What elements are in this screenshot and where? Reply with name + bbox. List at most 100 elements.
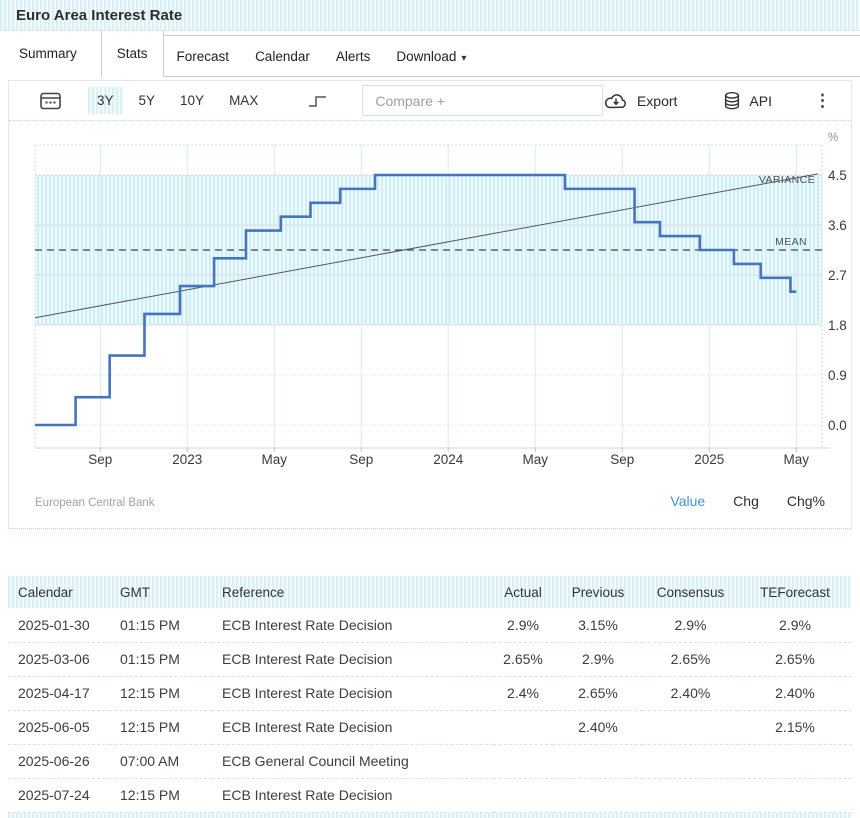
svg-text:2.7: 2.7 bbox=[828, 268, 847, 283]
cell-reference: ECB Interest Rate Decision bbox=[212, 608, 493, 643]
range-5y-button[interactable]: 5Y bbox=[130, 87, 165, 114]
cell-teforecast: 2.65% bbox=[738, 642, 852, 677]
cell-previous: 2.9% bbox=[553, 642, 643, 677]
column-header-actual[interactable]: Actual bbox=[493, 576, 553, 608]
export-label: Export bbox=[636, 92, 678, 109]
step-chart-icon bbox=[309, 95, 327, 107]
table-row[interactable]: 2025-04-17 12:15 PM ECB Interest Rate Deci… bbox=[8, 676, 852, 711]
svg-text:Sep: Sep bbox=[610, 452, 634, 467]
tab-stats[interactable]: Stats bbox=[100, 31, 164, 77]
chart-area: VARIANCE MEAN% 0.0 0.9 1.8 2.7 3.6 4.5 Sep 2023 Ma… bbox=[9, 121, 851, 481]
calendar-table-section: Calendar GMT Reference Actual Previous Consen… bbox=[8, 576, 852, 818]
table-row[interactable]: 2025-03-06 01:15 PM ECB Interest Rate Deci… bbox=[8, 642, 852, 677]
range-3y-button[interactable]: 3Y bbox=[88, 87, 123, 114]
tab-summary[interactable]: Summary bbox=[0, 31, 101, 77]
column-header-reference[interactable]: Reference bbox=[212, 576, 493, 608]
svg-text:0.9: 0.9 bbox=[828, 368, 847, 383]
cell-calendar: 2025-06-26 bbox=[8, 744, 110, 779]
svg-text:1.8: 1.8 bbox=[828, 318, 847, 333]
cell-reference: ECB Interest Rate Decision bbox=[212, 642, 493, 677]
svg-text:May: May bbox=[522, 452, 548, 467]
cell-actual: 2.9% bbox=[493, 608, 553, 643]
svg-text:2023: 2023 bbox=[172, 452, 202, 467]
cloud-download-icon bbox=[604, 93, 626, 108]
cell-consensus bbox=[643, 778, 738, 813]
range-buttons: 3Y 5Y 10Y MAX bbox=[88, 87, 274, 114]
cell-calendar: 2025-04-17 bbox=[8, 676, 110, 711]
page-title: Euro Area Interest Rate bbox=[16, 7, 183, 24]
compare-input[interactable] bbox=[362, 85, 603, 116]
kebab-menu-icon[interactable]: ⋮ bbox=[814, 92, 831, 109]
value-link[interactable]: Value bbox=[670, 493, 705, 509]
table-row[interactable]: 2025-01-30 01:15 PM ECB Interest Rate Deci… bbox=[8, 608, 852, 643]
cell-actual bbox=[493, 744, 553, 779]
svg-text:Sep: Sep bbox=[349, 452, 373, 467]
cell-calendar: 2025-06-05 bbox=[8, 710, 110, 745]
tab-group: Forecast Calendar Alerts Download ▾ bbox=[163, 35, 860, 77]
table-row[interactable]: 2025-06-05 12:15 PM ECB Interest Rate Deci… bbox=[8, 710, 852, 745]
cell-previous: 2.40% bbox=[553, 710, 643, 745]
svg-text:Sep: Sep bbox=[88, 452, 112, 467]
chart-card: 3Y 5Y 10Y MAX Export bbox=[8, 80, 852, 529]
svg-text:4.5: 4.5 bbox=[828, 168, 847, 183]
tab-bar: Summary Stats Forecast Calendar Alerts D… bbox=[0, 31, 860, 77]
column-header-calendar[interactable]: Calendar bbox=[8, 576, 110, 608]
table-row[interactable]: 2025-07-24 12:15 PM ECB Interest Rate Deci… bbox=[8, 778, 852, 813]
cell-teforecast bbox=[738, 778, 852, 813]
cell-reference: ECB General Council Meeting bbox=[212, 744, 493, 779]
range-max-button[interactable]: MAX bbox=[220, 87, 267, 114]
tab-alerts[interactable]: Alerts bbox=[323, 36, 384, 76]
cell-previous: 2.65% bbox=[553, 676, 643, 711]
cell-teforecast: 2.40% bbox=[738, 676, 852, 711]
column-header-previous[interactable]: Previous bbox=[553, 576, 643, 608]
cell-gmt: 01:15 PM bbox=[110, 608, 212, 643]
tab-download[interactable]: Download ▾ bbox=[383, 36, 479, 76]
cell-actual bbox=[493, 778, 553, 813]
api-label: API bbox=[749, 92, 772, 109]
column-header-teforecast[interactable]: TEForecast bbox=[738, 576, 852, 608]
calendar-table: Calendar GMT Reference Actual Previous Consen… bbox=[8, 576, 852, 813]
cell-reference: ECB Interest Rate Decision bbox=[212, 676, 493, 711]
tab-forecast[interactable]: Forecast bbox=[164, 36, 243, 76]
cell-previous bbox=[553, 778, 643, 813]
page-header: Euro Area Interest Rate bbox=[0, 0, 860, 31]
cell-gmt: 12:15 PM bbox=[110, 710, 212, 745]
svg-text:MEAN: MEAN bbox=[775, 236, 807, 248]
cell-teforecast: 2.9% bbox=[738, 608, 852, 643]
column-header-consensus[interactable]: Consensus bbox=[643, 576, 738, 608]
calendar-table-body: 2025-01-30 01:15 PM ECB Interest Rate Deci… bbox=[8, 608, 852, 813]
cell-calendar: 2025-03-06 bbox=[8, 642, 110, 677]
chart-type-button[interactable] bbox=[308, 93, 328, 109]
cell-consensus bbox=[643, 744, 738, 779]
date-range-button[interactable] bbox=[39, 90, 62, 111]
cell-calendar: 2025-01-30 bbox=[8, 608, 110, 643]
svg-text:VARIANCE: VARIANCE bbox=[759, 174, 815, 186]
chart-toolbar: 3Y 5Y 10Y MAX Export bbox=[9, 81, 851, 121]
svg-text:2024: 2024 bbox=[433, 452, 464, 467]
column-header-gmt[interactable]: GMT bbox=[110, 576, 212, 608]
database-icon bbox=[725, 91, 740, 109]
table-header-row: Calendar GMT Reference Actual Previous Consen… bbox=[8, 576, 852, 608]
table-row[interactable]: 2025-06-26 07:00 AM ECB General Council Me… bbox=[8, 744, 852, 779]
chg-link[interactable]: Chg bbox=[733, 493, 759, 509]
source-attribution: European Central Bank bbox=[35, 497, 155, 509]
cell-consensus: 2.40% bbox=[643, 676, 738, 711]
tab-download-label: Download bbox=[396, 49, 457, 64]
display-mode-links: Value Chg Chg% bbox=[642, 493, 825, 509]
svg-text:2025: 2025 bbox=[694, 452, 724, 467]
cell-actual: 2.65% bbox=[493, 642, 553, 677]
chgpct-link[interactable]: Chg% bbox=[787, 493, 825, 509]
cell-teforecast bbox=[738, 744, 852, 779]
cell-gmt: 07:00 AM bbox=[110, 744, 212, 779]
cell-reference: ECB Interest Rate Decision bbox=[212, 778, 493, 813]
svg-text:May: May bbox=[783, 452, 809, 467]
cell-actual: 2.4% bbox=[493, 676, 553, 711]
tab-calendar[interactable]: Calendar bbox=[242, 36, 323, 76]
table-bottom-strip bbox=[8, 812, 852, 818]
range-10y-button[interactable]: 10Y bbox=[171, 87, 213, 114]
api-button[interactable]: API bbox=[723, 91, 772, 111]
cell-previous bbox=[553, 744, 643, 779]
cell-actual bbox=[493, 710, 553, 745]
rate-chart: VARIANCE MEAN% 0.0 0.9 1.8 2.7 3.6 4.5 Sep 2023 Ma… bbox=[34, 132, 847, 467]
export-button[interactable]: Export bbox=[603, 91, 677, 111]
